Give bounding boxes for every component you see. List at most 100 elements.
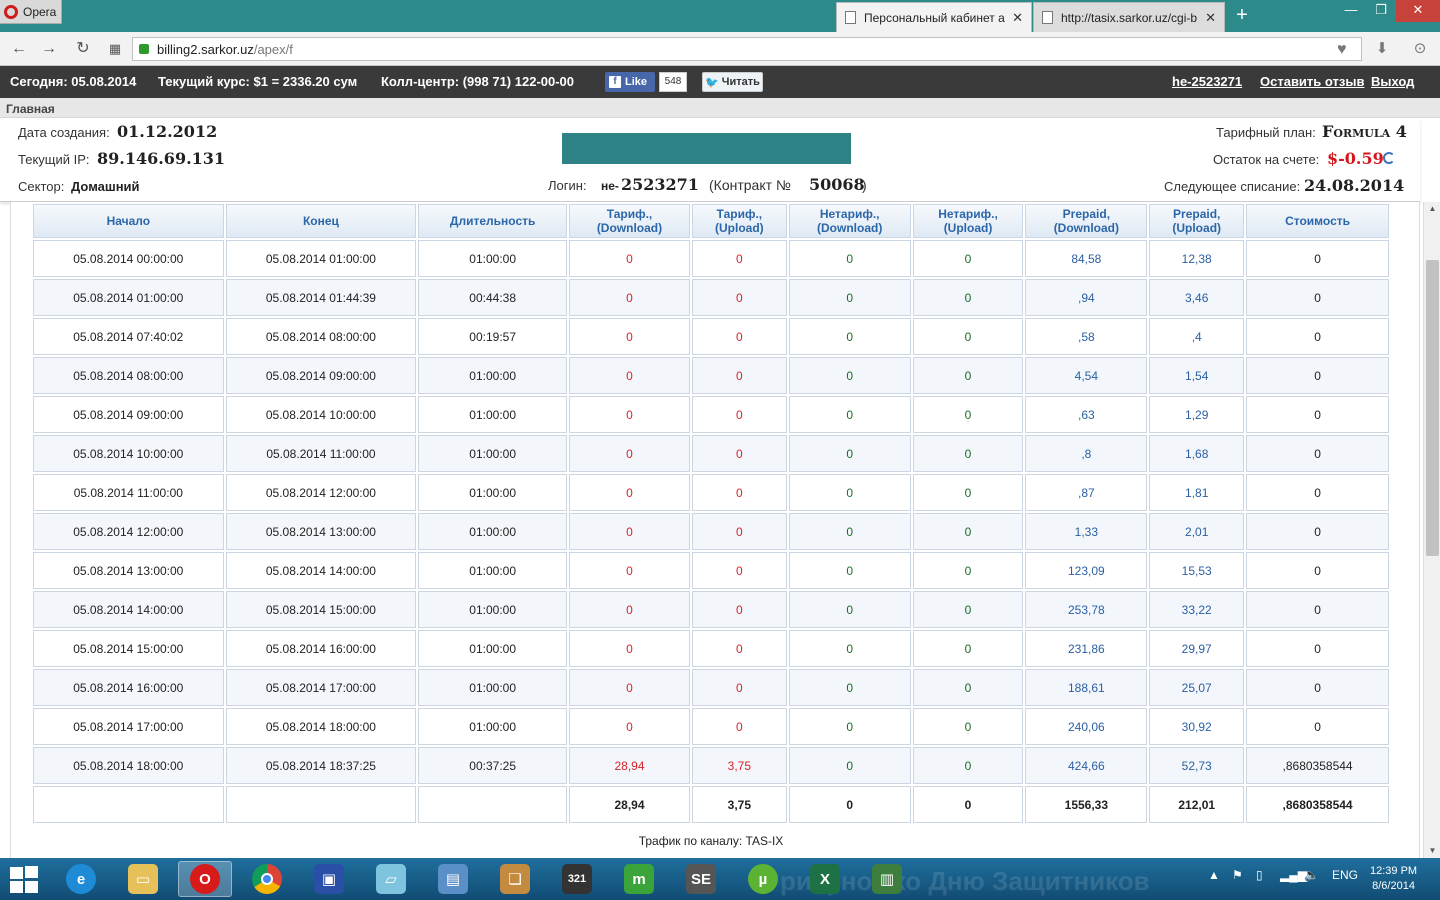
table-cell: 05.08.2014 11:00:00 — [33, 474, 224, 511]
table-cell: 01:00:00 — [418, 474, 568, 511]
tray-device-icon[interactable]: ▯ — [1256, 868, 1263, 882]
table-cell: 0 — [1246, 552, 1389, 589]
table-cell: 01:00:00 — [418, 669, 568, 706]
scroll-down-icon[interactable]: ▼ — [1424, 844, 1440, 858]
facebook-like-label: Like — [625, 76, 648, 88]
created-label: Дата создания: — [18, 125, 110, 140]
network-card-icon[interactable]: ▥ — [860, 861, 914, 897]
table-row: 05.08.2014 17:00:00 05.08.2014 18:00:00 01… — [33, 708, 1389, 745]
table-cell: 05.08.2014 09:00:00 — [33, 396, 224, 433]
table-cell: 05.08.2014 08:00:00 — [33, 357, 224, 394]
table-cell: 05.08.2014 07:40:02 — [33, 318, 224, 355]
heart-icon[interactable]: ♥ — [1337, 41, 1347, 59]
page-icon — [1042, 11, 1053, 24]
windows-taskbar: рисунок ко Дню Защитников e ▭ O ▣ ▱ ▤ ❏ … — [0, 858, 1440, 900]
volume-icon[interactable]: 🔈 — [1304, 868, 1319, 882]
media-player-icon[interactable]: 321 — [550, 861, 604, 897]
network-app-icon[interactable]: ▤ — [426, 861, 480, 897]
reload-icon[interactable]: ↻ — [72, 38, 94, 60]
table-row: 05.08.2014 18:00:00 05.08.2014 18:37:25 00… — [33, 747, 1389, 784]
refresh-balance-icon[interactable] — [1383, 152, 1395, 164]
column-header-line: (Download) — [596, 221, 663, 235]
plan-label: Тарифный план: — [1216, 125, 1316, 140]
twitter-follow-button[interactable]: 🐦 Читать — [702, 72, 763, 92]
column-header-line: (Upload) — [943, 221, 993, 235]
tab-tasix[interactable]: http://tasix.sarkor.uz/cgi-b ✕ — [1033, 2, 1225, 32]
table-row: 05.08.2014 01:00:00 05.08.2014 01:44:39 00… — [33, 279, 1389, 316]
table-cell: 0 — [912, 747, 1024, 784]
table-cell: 01:00:00 — [418, 435, 568, 472]
titlebar-drag-area[interactable] — [72, 0, 830, 30]
traffic-content-area: Начало Конец Длительность Тариф., (Download)… — [10, 202, 1420, 858]
exchange-rate: Текущий курс: $1 = 2336.20 сум — [158, 74, 358, 89]
table-cell: 05.08.2014 18:37:25 — [225, 747, 417, 784]
se-app-icon[interactable]: SE — [674, 861, 728, 897]
table-cell: 05.08.2014 18:00:00 — [225, 708, 417, 745]
table-cell: 0 — [1246, 630, 1389, 667]
save-app-icon[interactable]: ▣ — [302, 861, 356, 897]
table-cell: 0 — [912, 357, 1024, 394]
next-charge-label: Следующее списание: — [1164, 179, 1301, 194]
utorrent-icon[interactable]: µ — [736, 861, 790, 897]
column-header: Тариф., (Download) — [569, 204, 690, 238]
table-cell: 0 — [691, 435, 787, 472]
download-arrow-icon[interactable]: ⬇ — [1372, 39, 1392, 59]
internet-explorer-icon[interactable]: e — [54, 861, 108, 897]
column-header-line: Длительность — [449, 214, 536, 228]
table-row: 05.08.2014 08:00:00 05.08.2014 09:00:00 01… — [33, 357, 1389, 394]
restore-icon[interactable]: ❐ — [1366, 0, 1396, 22]
language-indicator[interactable]: ENG — [1332, 868, 1358, 882]
network-signal-icon[interactable]: ▂▄▆ — [1280, 868, 1307, 882]
tab-close-icon[interactable]: ✕ — [1012, 10, 1023, 26]
table-cell: 0 — [569, 591, 690, 628]
mtorrent-icon[interactable]: m — [612, 861, 666, 897]
speed-dial-icon[interactable]: ▦ — [104, 38, 126, 60]
table-cell: 0 — [788, 513, 911, 550]
tab-close-icon[interactable]: ✕ — [1205, 10, 1216, 26]
page-scrollbar[interactable]: ▲ ▼ — [1423, 202, 1440, 858]
table-cell: 0 — [691, 591, 787, 628]
table-cell: 0 — [1246, 357, 1389, 394]
feedback-link[interactable]: Оставить отзыв — [1260, 74, 1364, 89]
logout-link[interactable]: Выход — [1371, 74, 1414, 89]
login-label: Логин: — [548, 178, 587, 193]
tray-flag-icon[interactable]: ⚑ — [1232, 868, 1243, 882]
notepad-icon[interactable]: ▱ — [364, 861, 418, 897]
facebook-like-button[interactable]: f Like — [605, 72, 655, 92]
file-explorer-icon[interactable]: ▭ — [116, 861, 170, 897]
table-cell: 2,01 — [1149, 513, 1245, 550]
chrome-icon[interactable] — [240, 861, 294, 897]
table-cell: 05.08.2014 09:00:00 — [225, 357, 417, 394]
close-window-icon[interactable]: ✕ — [1396, 0, 1440, 22]
table-cell: 05.08.2014 15:00:00 — [225, 591, 417, 628]
tray-expand-icon[interactable]: ▲ — [1208, 868, 1220, 882]
table-cell: 0 — [691, 708, 787, 745]
table-cell: 05.08.2014 16:00:00 — [225, 630, 417, 667]
minimize-icon[interactable]: — — [1336, 0, 1366, 22]
table-cell: 253,78 — [1025, 591, 1148, 628]
opera-menu-button[interactable]: Opera — [0, 0, 62, 24]
book-app-icon[interactable]: ❏ — [488, 861, 542, 897]
opera-menu-label: Opera — [23, 4, 57, 19]
user-account-link[interactable]: he-2523271 — [1172, 74, 1242, 89]
breadcrumb-home[interactable]: Главная — [6, 102, 55, 116]
scroll-up-icon[interactable]: ▲ — [1424, 202, 1440, 216]
table-cell: 05.08.2014 16:00:00 — [33, 669, 224, 706]
table-cell: 0 — [788, 747, 911, 784]
system-clock[interactable]: 12:39 PM 8/6/2014 — [1370, 864, 1417, 894]
forward-icon[interactable]: → — [38, 38, 60, 60]
back-icon[interactable]: ← — [8, 38, 30, 60]
tab-personal-cabinet[interactable]: Персональный кабинет а ✕ — [836, 2, 1032, 32]
banner — [562, 133, 851, 164]
table-cell: 424,66 — [1025, 747, 1148, 784]
new-tab-button[interactable]: + — [1228, 4, 1256, 28]
table-cell: 0 — [912, 513, 1024, 550]
downloads-icon[interactable]: ⊙ — [1410, 39, 1430, 59]
tab-title: Персональный кабинет а — [864, 10, 1005, 25]
opera-taskbar-icon[interactable]: O — [178, 861, 232, 897]
url-input[interactable]: billing2.sarkor.uz/apex/f — [132, 37, 1362, 61]
excel-icon[interactable]: X — [798, 861, 852, 897]
start-button[interactable] — [8, 864, 40, 894]
column-header-line: Конец — [302, 214, 339, 228]
scrollbar-thumb[interactable] — [1426, 260, 1439, 556]
